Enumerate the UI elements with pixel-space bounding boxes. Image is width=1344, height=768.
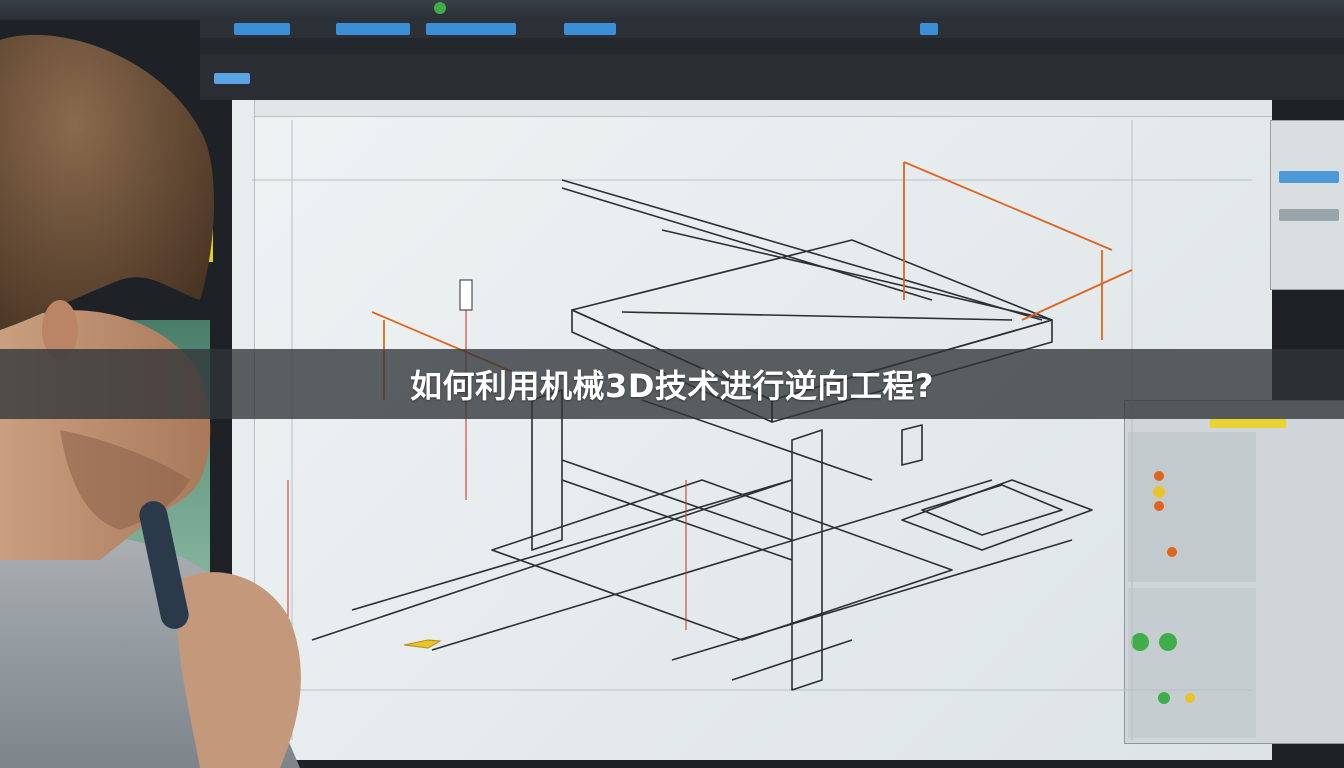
title-banner: 如何利用机械3D技术进行逆向工程? — [0, 349, 1344, 419]
banner-title: 如何利用机械3D技术进行逆向工程? — [410, 367, 934, 405]
